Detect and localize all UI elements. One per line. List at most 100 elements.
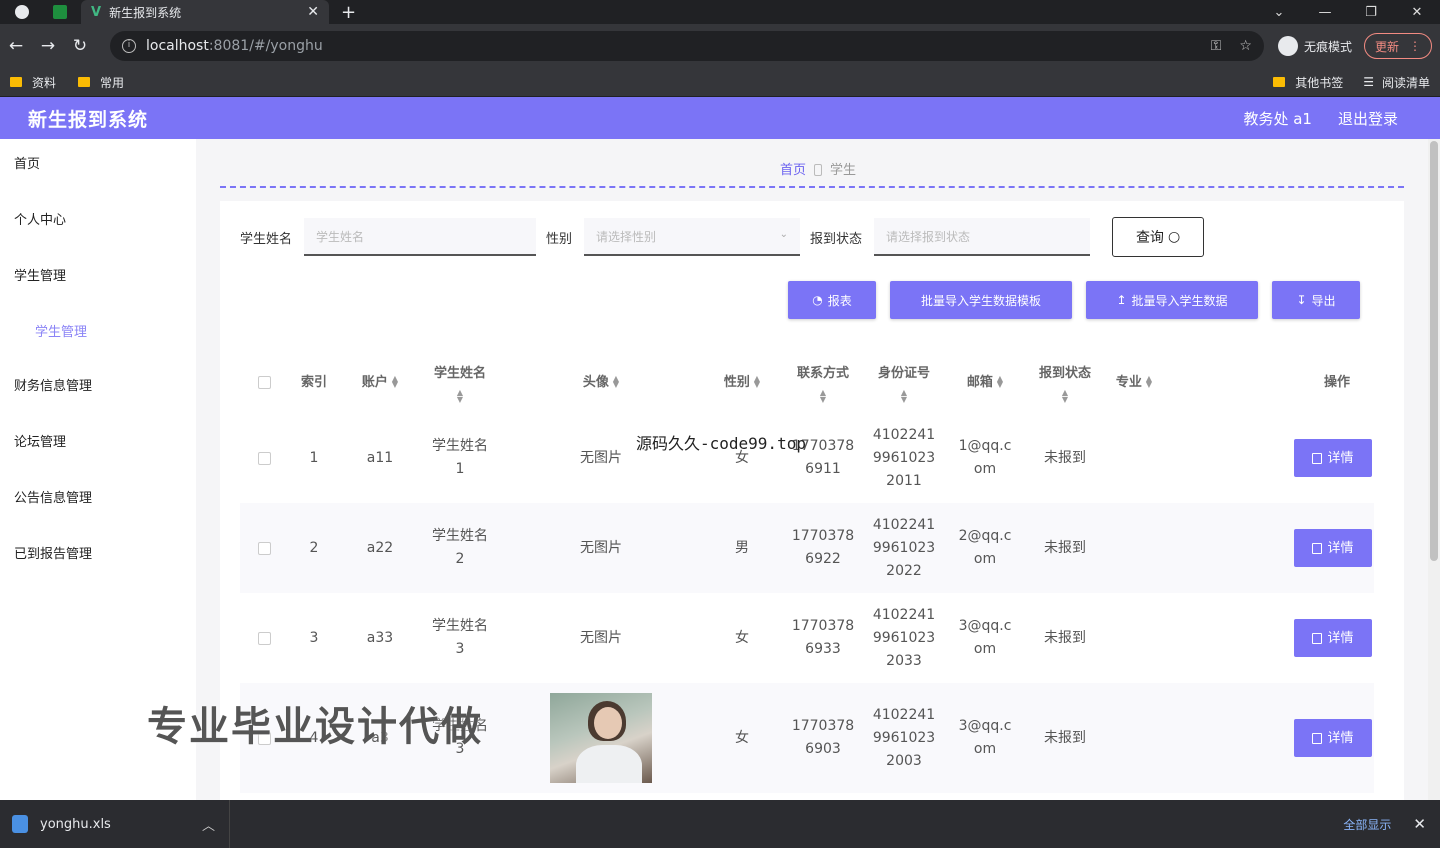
sidebar-item-reported[interactable]: 已到报告管理 xyxy=(0,545,196,601)
sidebar-subitem-student-mgmt[interactable]: 学生管理 xyxy=(0,323,196,377)
new-tab-button[interactable]: + xyxy=(341,2,356,23)
bookmarks-bar: 资料 常用 其他书签 ☰ 阅读清单 xyxy=(0,68,1440,97)
export-button[interactable]: ↧ 导出 xyxy=(1272,281,1360,319)
report-button[interactable]: ◔ 报表 xyxy=(788,281,876,319)
sort-icon: ▲ ▼ xyxy=(819,387,827,404)
incognito-indicator[interactable]: 无痕模式 xyxy=(1277,36,1352,56)
status-search-input[interactable]: 请选择报到状态 xyxy=(874,218,1091,256)
download-item[interactable]: yonghu.xls ︿ xyxy=(0,800,230,848)
close-download-bar-icon[interactable]: ✕ xyxy=(1413,815,1426,833)
cell-name-line: 1 xyxy=(455,461,465,477)
row-checkbox[interactable] xyxy=(257,541,271,555)
sort-icon: ▲ ▼ xyxy=(456,387,464,404)
show-all-button[interactable]: 全部显示 xyxy=(1329,809,1405,839)
cell-phone: 1770378 6933 xyxy=(782,593,864,683)
forward-icon[interactable]: → xyxy=(32,36,64,56)
reading-list[interactable]: ☰ 阅读清单 xyxy=(1363,74,1430,91)
cell-idcard: 4102241 9961023 2033 xyxy=(864,593,944,683)
chevron-up-icon[interactable]: ︿ xyxy=(202,815,215,834)
document-icon xyxy=(1312,632,1323,644)
detail-label: 详情 xyxy=(1327,730,1354,746)
key-icon[interactable]: ⚿ xyxy=(1211,38,1222,54)
back-icon[interactable]: ← xyxy=(0,36,32,56)
app-title: 新生报到系统 xyxy=(28,108,149,131)
other-bookmarks[interactable]: 其他书签 xyxy=(1273,74,1343,91)
col-phone[interactable]: 联系方式 ▲ ▼ xyxy=(782,351,864,413)
restore-icon[interactable]: ❐ xyxy=(1348,5,1394,20)
sidebar-item-student-mgmt[interactable]: 学生管理 xyxy=(0,267,196,323)
cell-email-line: om xyxy=(973,461,997,477)
cell-sex: 女 xyxy=(735,629,749,646)
col-email[interactable]: 邮箱 ▲ ▼ xyxy=(944,351,1026,413)
sex-select[interactable]: 请选择性别 ⌄ xyxy=(584,218,801,256)
import-template-button[interactable]: 批量导入学生数据模板 xyxy=(890,281,1072,319)
name-search-input[interactable]: 学生姓名 xyxy=(304,218,537,256)
bookmark-label: 其他书签 xyxy=(1295,75,1344,90)
col-status[interactable]: 报到状态 ▲ ▼ xyxy=(1026,351,1104,413)
detail-button[interactable]: 详情 xyxy=(1294,439,1372,477)
sidebar-item-finance[interactable]: 财务信息管理 xyxy=(0,377,196,433)
detail-button[interactable]: 详情 xyxy=(1294,529,1372,567)
row-checkbox[interactable] xyxy=(257,451,271,465)
detail-button[interactable]: 详情 xyxy=(1294,619,1372,657)
browser-menu-icon[interactable] xyxy=(15,5,29,19)
col-sex[interactable]: 性别 ▲ ▼ xyxy=(702,351,782,413)
site-info-icon[interactable]: i xyxy=(122,39,136,53)
cell-phone: 1770378 6903 xyxy=(782,683,864,793)
scrollbar-thumb[interactable] xyxy=(1430,141,1438,561)
cell-phone-line: 1770378 xyxy=(791,618,855,634)
sex-select-placeholder: 请选择性别 xyxy=(596,230,657,244)
cell-name-line: 学生姓名 xyxy=(432,618,488,634)
detail-button[interactable]: 详情 xyxy=(1294,719,1372,757)
table-row: 3 a33 学生姓名 3 无图片 女 1770378 6933 4102241 996… xyxy=(240,593,1374,683)
logout-link[interactable]: 退出登录 xyxy=(1338,108,1398,129)
bookmark-star-icon[interactable]: ☆ xyxy=(1239,38,1252,54)
page-scrollbar[interactable] xyxy=(1428,139,1440,800)
row-checkbox[interactable] xyxy=(257,631,271,645)
cell-id-line: 2003 xyxy=(886,752,922,769)
cell-account: a11 xyxy=(366,449,394,466)
query-button[interactable]: 查询 ○ xyxy=(1112,217,1205,257)
col-major[interactable]: 专业 ▲ ▼ xyxy=(1104,351,1164,413)
sidebar-item-home[interactable]: 首页 xyxy=(0,155,196,211)
bookmark-folder[interactable]: 资料 xyxy=(10,74,56,91)
tab-search-icon[interactable]: ⌄ xyxy=(1256,5,1302,20)
col-name[interactable]: 学生姓名 ▲ ▼ xyxy=(420,351,500,413)
cell-account: a33 xyxy=(366,629,394,646)
col-account[interactable]: 账户 ▲ ▼ xyxy=(340,351,420,413)
tab-title: 新生报到系统 xyxy=(109,5,182,20)
cell-avatar: 无图片 xyxy=(580,539,622,556)
detail-label: 详情 xyxy=(1327,450,1354,466)
col-index: 索引 xyxy=(300,374,327,390)
minimize-icon[interactable]: — xyxy=(1302,5,1348,20)
sidebar-item-profile[interactable]: 个人中心 xyxy=(0,211,196,267)
bookmark-folder[interactable]: 常用 xyxy=(78,74,124,91)
url-input[interactable]: i localhost:8081/#/yonghu ⚿ ☆ xyxy=(110,31,1264,61)
search-icon: ○ xyxy=(1167,229,1181,245)
window-close-icon[interactable]: ✕ xyxy=(1394,5,1440,20)
sheet-tab-icon[interactable] xyxy=(53,5,67,19)
select-all-checkbox[interactable] xyxy=(257,375,271,389)
table-row: 1 a11 学生姓名 1 无图片 女 1770378 6911 4102241 996… xyxy=(240,413,1374,503)
sex-label: 性别 xyxy=(546,231,573,247)
bookmark-label: 常用 xyxy=(100,75,125,90)
cell-phone-line: 1770378 xyxy=(791,718,855,734)
col-idcard[interactable]: 身份证号 ▲ ▼ xyxy=(864,351,944,413)
bookmark-label: 资料 xyxy=(32,75,57,90)
col-avatar[interactable]: 头像 ▲ ▼ xyxy=(500,351,702,413)
more-menu-icon: ⋮ xyxy=(1409,39,1421,53)
sidebar-item-forum[interactable]: 论坛管理 xyxy=(0,433,196,489)
import-data-button[interactable]: ↥ 批量导入学生数据 xyxy=(1086,281,1258,319)
reload-icon[interactable]: ↻ xyxy=(64,36,96,56)
cell-name: 学生姓名 2 xyxy=(420,503,500,593)
cell-phone: 1770378 6911 xyxy=(782,413,864,503)
breadcrumb-home[interactable]: 首页 xyxy=(780,163,806,178)
col-major-label: 专业 xyxy=(1115,374,1142,390)
cell-email-line: 3@qq.c xyxy=(958,618,1012,634)
tab-close-icon[interactable]: ✕ xyxy=(307,4,319,20)
browser-tab[interactable]: V 新生报到系统 ✕ xyxy=(81,0,329,24)
update-button[interactable]: 更新 ⋮ xyxy=(1363,33,1432,59)
cell-ops: 详情 xyxy=(1164,503,1374,593)
sidebar-item-notice[interactable]: 公告信息管理 xyxy=(0,489,196,545)
row-select-cell xyxy=(240,593,288,683)
